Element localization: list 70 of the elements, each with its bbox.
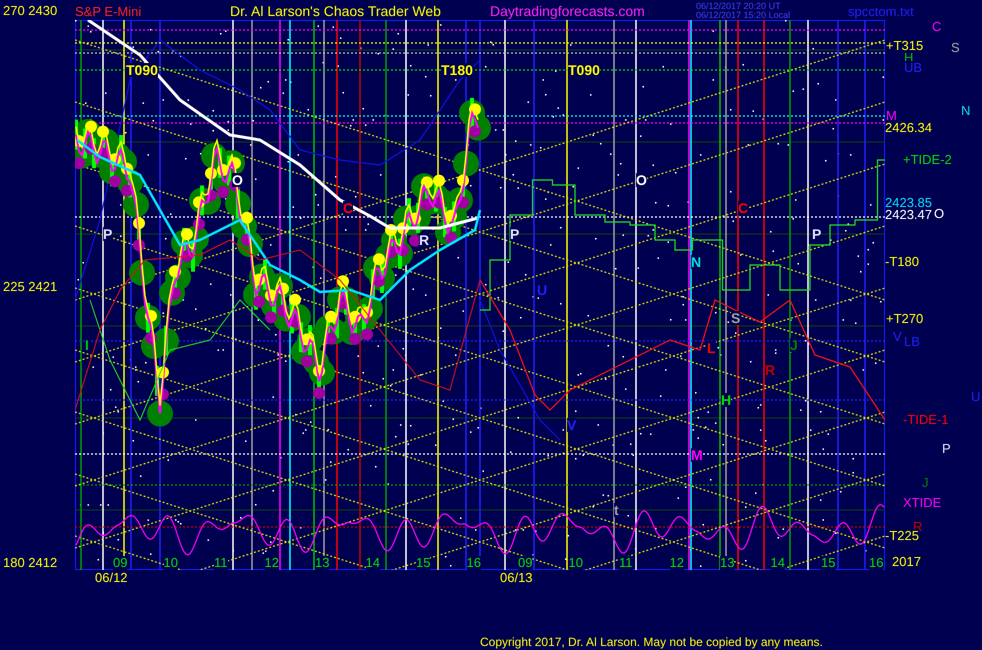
hour-label: 09 <box>113 556 128 570</box>
chart-label: +T315 <box>886 39 924 53</box>
chart-label: P <box>103 227 112 241</box>
chart-label: U <box>537 283 548 297</box>
chart-label: -T180 <box>885 255 919 269</box>
chart-label: P <box>510 227 520 241</box>
hour-label: 11 <box>214 556 228 570</box>
chart-label: P <box>942 442 951 456</box>
timestamp: 06/12/2017 15:20 Local <box>696 11 792 20</box>
chart-label: P <box>812 227 822 241</box>
chart-label: C <box>932 20 942 34</box>
chart-label: T090 <box>568 63 600 77</box>
chart-title: Dr. Al Larson's Chaos Trader Web <box>230 3 442 19</box>
symbol-name: S&P E-Mini <box>75 4 142 18</box>
chart-label: LB <box>904 335 920 349</box>
chart-label: 2426.34 <box>885 121 932 135</box>
chart-label: C <box>343 201 354 215</box>
axis-label: 180 2412 <box>3 556 58 570</box>
hour-label: 16 <box>466 556 481 570</box>
chart-label: C <box>738 201 748 215</box>
chart-label: 2017 <box>892 555 921 569</box>
chart-label: -TIDE-1 <box>903 413 948 427</box>
chart-label: V <box>567 418 576 432</box>
chart-label: N <box>691 255 702 269</box>
hour-label: 13 <box>315 556 330 570</box>
axis-label: 270 2430 <box>3 4 58 18</box>
chart-label: O <box>934 207 944 221</box>
chart-label: T180 <box>441 63 473 77</box>
chart-label: +T270 <box>886 312 924 326</box>
hour-label: 10 <box>568 556 583 570</box>
hour-label: 13 <box>720 556 734 570</box>
chart-label: -T225 <box>885 529 919 543</box>
chart-label: H <box>721 393 732 407</box>
chart-label: N <box>961 104 970 118</box>
chart-label: O <box>232 173 243 187</box>
chart-label: XTIDE <box>903 496 942 510</box>
chart-label: L <box>707 341 716 355</box>
chart-label: J <box>922 476 928 490</box>
chart-label: S <box>731 311 740 325</box>
chart-label: S <box>951 41 960 55</box>
chart-label: M <box>691 448 703 462</box>
chart-label: R <box>765 363 776 377</box>
hour-label: 14 <box>770 556 785 570</box>
file-name: spcctom.txt <box>848 4 914 18</box>
hour-label: 11 <box>619 556 632 570</box>
chart-label: R <box>419 233 430 247</box>
hour-label: 12 <box>264 556 279 570</box>
chart-label: UB <box>904 61 922 75</box>
copyright-text: Copyright 2017, Dr. Al Larson. May not be copied by any means. <box>480 635 823 649</box>
hour-label: 15 <box>821 556 836 570</box>
site-name: Daytradingforecasts.com <box>490 3 646 19</box>
hour-label: 16 <box>869 556 884 570</box>
chart-label: t <box>614 503 619 517</box>
date-label: 06/12 <box>95 571 128 585</box>
chart-label: T090 <box>126 63 158 77</box>
hour-label: 09 <box>518 556 532 570</box>
hour-label: 14 <box>366 556 380 570</box>
chart-label: +TIDE-2 <box>903 153 952 167</box>
axis-label: 225 2421 <box>3 280 58 294</box>
chart-label: 2423.47 <box>885 208 932 222</box>
hour-label: 15 <box>416 556 430 570</box>
chart-label: V <box>893 330 902 344</box>
chart-label: U <box>971 390 980 404</box>
timestamp: 06/12/2017 20:20 UT <box>696 2 782 11</box>
chart-label: J <box>790 338 798 352</box>
chart-label: I <box>85 338 89 352</box>
hour-label: 10 <box>164 556 178 570</box>
chart-label: O <box>636 173 647 187</box>
hour-label: 12 <box>670 556 684 570</box>
date-label: 06/13 <box>500 571 533 585</box>
